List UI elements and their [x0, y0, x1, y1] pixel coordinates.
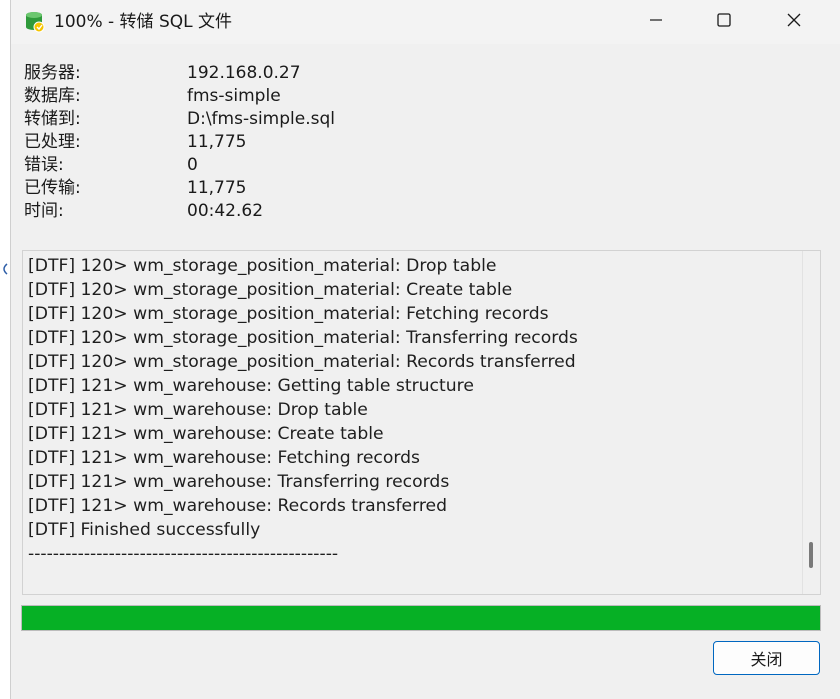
close-window-button[interactable] — [771, 0, 817, 44]
log-line: [DTF] 121> wm_warehouse: Drop table — [28, 400, 368, 420]
log-line: [DTF] 121> wm_warehouse: Records transfe… — [28, 496, 448, 516]
errors-label: 错误: — [24, 155, 64, 175]
time-label: 时间: — [24, 201, 64, 221]
log-line: [DTF] 121> wm_warehouse: Transferring re… — [28, 472, 450, 492]
log-line: [DTF] Finished successfully — [28, 520, 261, 540]
database-value: fms-simple — [187, 86, 281, 106]
log-line: [DTF] 121> wm_warehouse: Getting table s… — [28, 376, 474, 396]
dump-sql-dialog: 100% - 转储 SQL 文件 服务器: 192.168.0.27 数据库: … — [10, 0, 840, 699]
database-export-icon — [24, 11, 46, 33]
maximize-button[interactable] — [701, 0, 747, 44]
log-separator: ----------------------------------------… — [28, 544, 339, 564]
minimize-button[interactable] — [633, 0, 679, 44]
log-line: [DTF] 120> wm_storage_position_material:… — [28, 280, 513, 300]
log-line: [DTF] 120> wm_storage_position_material:… — [28, 328, 578, 348]
time-value: 00:42.62 — [187, 201, 264, 221]
progress-bar — [21, 605, 821, 631]
background-window-edge — [0, 0, 10, 699]
log-output[interactable]: [DTF] 120> wm_storage_position_material:… — [22, 250, 821, 595]
background-fragment-icon — [0, 262, 8, 276]
scrollbar-thumb[interactable] — [809, 542, 813, 568]
database-label: 数据库: — [24, 86, 81, 106]
server-label: 服务器: — [24, 63, 81, 83]
transferred-label: 已传输: — [24, 178, 81, 198]
progress-fill — [22, 606, 820, 630]
window-title: 100% - 转储 SQL 文件 — [54, 12, 232, 32]
destination-label: 转储到: — [24, 109, 81, 129]
log-line: [DTF] 120> wm_storage_position_material:… — [28, 256, 497, 276]
destination-value: D:\fms-simple.sql — [187, 109, 335, 129]
log-line: [DTF] 120> wm_storage_position_material:… — [28, 352, 576, 372]
errors-value: 0 — [187, 155, 198, 175]
server-value: 192.168.0.27 — [187, 63, 301, 83]
log-line: [DTF] 121> wm_warehouse: Fetching record… — [28, 448, 420, 468]
log-line: [DTF] 121> wm_warehouse: Create table — [28, 424, 384, 444]
processed-value: 11,775 — [187, 132, 247, 152]
log-scrollbar[interactable] — [802, 251, 820, 594]
log-lines: [DTF] 120> wm_storage_position_material:… — [28, 254, 788, 566]
transferred-value: 11,775 — [187, 178, 247, 198]
minimize-icon — [648, 12, 664, 32]
close-icon — [786, 12, 802, 32]
log-line: [DTF] 120> wm_storage_position_material:… — [28, 304, 549, 324]
processed-label: 已处理: — [24, 132, 81, 152]
title-bar[interactable]: 100% - 转储 SQL 文件 — [11, 0, 840, 44]
close-button[interactable]: 关闭 — [713, 641, 820, 675]
maximize-icon — [716, 12, 732, 32]
